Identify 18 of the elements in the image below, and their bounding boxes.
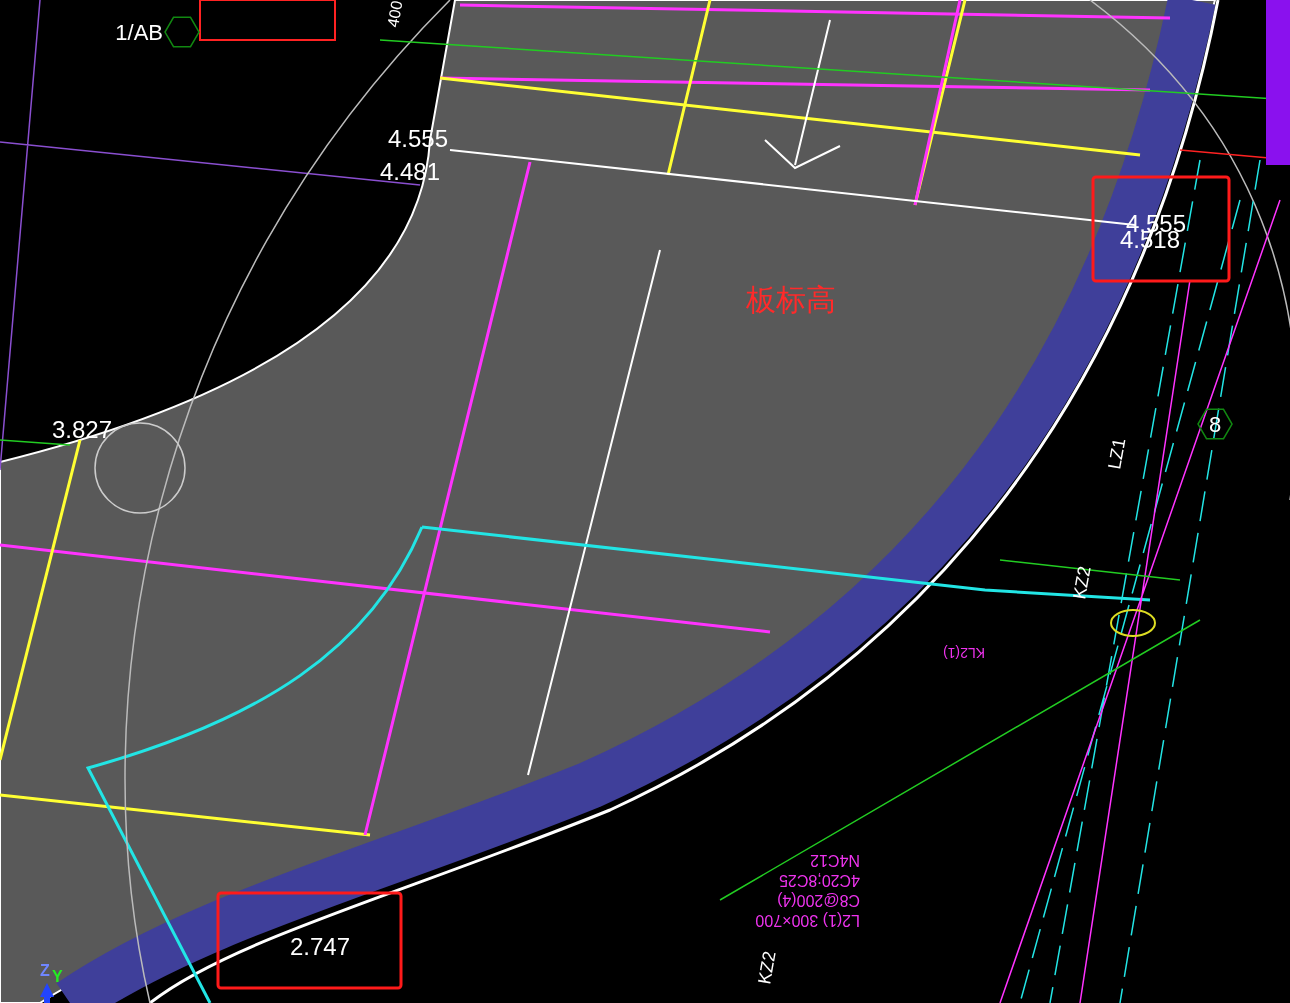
grid-label: 1/AB xyxy=(115,20,163,45)
beam-annotation: 4C20;8C25 xyxy=(779,872,860,889)
dimension-value: 400 xyxy=(384,0,406,29)
beam-annotation: C8@200(4) xyxy=(777,892,860,909)
column-ellipse xyxy=(1110,609,1156,637)
member-tag: LZ1 xyxy=(1104,436,1130,471)
slab-label: 板标高 xyxy=(746,283,836,316)
axis-label: Z xyxy=(40,962,50,979)
elevation-value: 2.747 xyxy=(290,933,351,960)
beam-annotation: L2(1) 300×700 xyxy=(755,912,860,929)
member-tag: KZ2 xyxy=(754,949,780,986)
axis-indicator-icon xyxy=(40,983,54,1003)
grid-bubble xyxy=(164,16,200,48)
beam-annotation: N4C12 xyxy=(810,852,860,869)
beam-annotation: KL2(1) xyxy=(942,645,985,661)
elevation-value: 3.827 xyxy=(52,416,113,443)
member-tag: KZ2 xyxy=(1069,564,1095,601)
axis-label: Y xyxy=(52,968,63,985)
